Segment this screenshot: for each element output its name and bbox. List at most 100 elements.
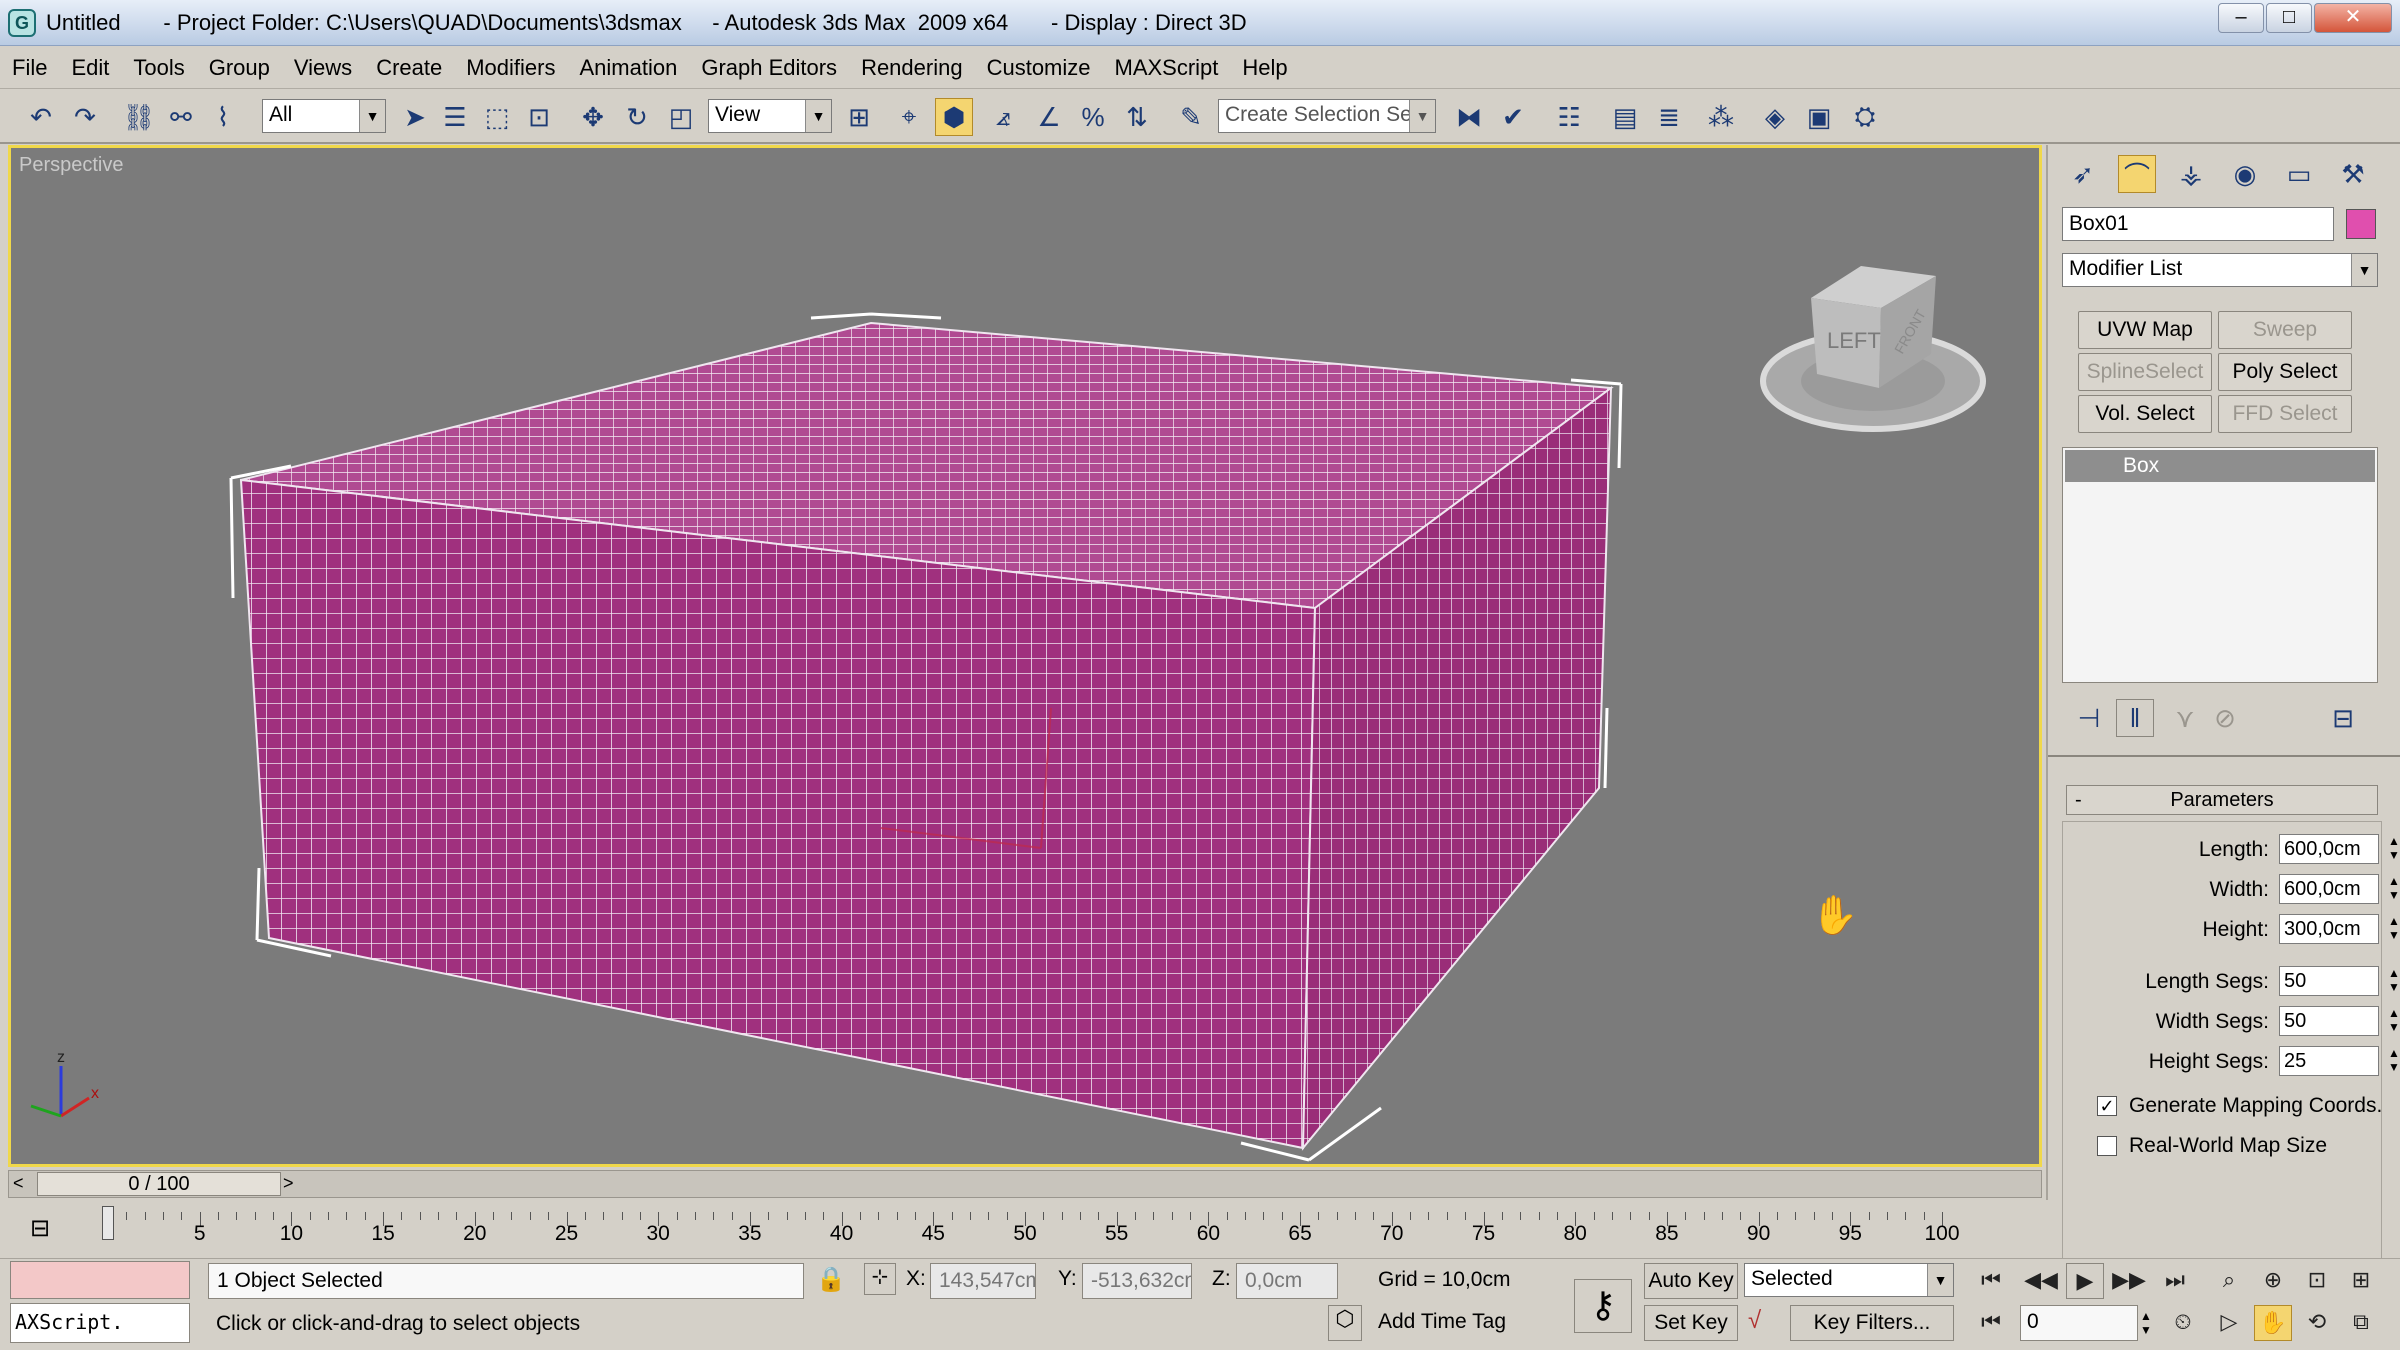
play-icon[interactable]: ▶ (2066, 1263, 2104, 1299)
zoom-extents-all-icon[interactable]: ⊞ (2342, 1263, 2380, 1299)
zoom-extents-icon[interactable]: ⊡ (2298, 1263, 2336, 1299)
hierarchy-tab-icon[interactable]: ⚶ (2172, 155, 2210, 193)
menu-tools[interactable]: Tools (121, 47, 196, 89)
length-segs-spinner[interactable]: ▲ ▼ (2385, 966, 2400, 996)
bind-space-warp-icon[interactable]: ⌇ (204, 98, 242, 136)
menu-group[interactable]: Group (197, 47, 282, 89)
viewcube-left-label[interactable]: LEFT (1827, 328, 1881, 353)
select-and-link-icon[interactable]: ⛓ (120, 98, 158, 136)
length-segs-field[interactable]: 50 (2279, 966, 2379, 996)
named-selection-dropdown[interactable]: Create Selection Set ▼ (1218, 99, 1436, 133)
key-mode-dropdown[interactable]: Selected ▼ (1744, 1263, 1954, 1297)
move-icon[interactable]: ✥ (574, 98, 612, 136)
select-object-icon[interactable]: ➤ (396, 98, 434, 136)
create-tab-icon[interactable]: ➶ (2064, 155, 2102, 193)
menu-file[interactable]: File (0, 47, 59, 89)
z-coord-field[interactable]: 0,0cm (1236, 1263, 1338, 1299)
width-segs-spinner[interactable]: ▲ ▼ (2385, 1006, 2400, 1036)
remove-modifier-icon[interactable]: ⊘ (2206, 699, 2244, 737)
material-editor-icon[interactable]: ⁂ (1702, 98, 1740, 136)
rectangular-selection-icon[interactable]: ⬚ (478, 98, 516, 136)
vol-select-button[interactable]: Vol. Select (2078, 395, 2212, 433)
rendered-frame-window-icon[interactable]: ▣ (1800, 98, 1838, 136)
menu-graph-editors[interactable]: Graph Editors (689, 47, 849, 89)
pan-view-icon[interactable]: ✋ (2254, 1305, 2292, 1341)
poly-select-button[interactable]: Poly Select (2218, 353, 2352, 391)
x-coord-field[interactable]: 143,547cm (930, 1263, 1036, 1299)
render-production-icon[interactable]: ⛭ (1846, 98, 1884, 136)
key-filters-button[interactable]: Key Filters... (1790, 1305, 1954, 1341)
menu-create[interactable]: Create (364, 47, 454, 89)
height-segs-spinner[interactable]: ▲ ▼ (2385, 1046, 2400, 1076)
go-to-end-icon[interactable]: ⏭ (2156, 1263, 2194, 1299)
app-icon[interactable]: G (8, 9, 36, 37)
splineselect-button[interactable]: SplineSelect (2078, 353, 2212, 391)
angle-snap-icon[interactable]: ∠ (1030, 98, 1068, 136)
keyboard-shortcut-toggle-icon[interactable]: ⬢ (935, 98, 973, 136)
length-field[interactable]: 600,0cm (2279, 834, 2379, 864)
pin-stack-icon[interactable]: ⊣ (2070, 699, 2108, 737)
height-spinner[interactable]: ▲ ▼ (2385, 914, 2400, 944)
checkbox-box[interactable]: ✓ (2097, 1096, 2117, 1116)
minimize-button[interactable]: – (2218, 3, 2264, 33)
sweep-button[interactable]: Sweep (2218, 311, 2352, 349)
current-frame-marker[interactable] (102, 1206, 114, 1240)
zoom-all-icon[interactable]: ⊕ (2254, 1263, 2292, 1299)
orbit-icon[interactable]: ⟲ (2298, 1305, 2336, 1341)
menu-rendering[interactable]: Rendering (849, 47, 975, 89)
menu-help[interactable]: Help (1230, 47, 1299, 89)
uvw-map-button[interactable]: UVW Map (2078, 311, 2212, 349)
menu-edit[interactable]: Edit (59, 47, 121, 89)
go-to-start-icon[interactable]: ⏮ (1972, 1263, 2010, 1299)
motion-tab-icon[interactable]: ◉ (2226, 155, 2264, 193)
height-segs-field[interactable]: 25 (2279, 1046, 2379, 1076)
auto-key-button[interactable]: Auto Key (1644, 1263, 1738, 1299)
time-slider-prev-icon[interactable]: < (13, 1173, 24, 1194)
menu-customize[interactable]: Customize (975, 47, 1103, 89)
key-tangents-icon[interactable]: √ (1748, 1307, 1761, 1335)
redo-icon[interactable]: ↷ (66, 98, 104, 136)
schematic-view-icon[interactable]: ≣ (1650, 98, 1688, 136)
height-field[interactable]: 300,0cm (2279, 914, 2379, 944)
absolute-mode-toggle-icon[interactable]: ⊹ (864, 1263, 896, 1295)
object-color-swatch[interactable] (2346, 209, 2376, 239)
modifier-list-dropdown[interactable]: Modifier List ▼ (2062, 253, 2378, 287)
width-segs-field[interactable]: 50 (2279, 1006, 2379, 1036)
time-slider-next-icon[interactable]: > (283, 1173, 294, 1194)
parameters-rollout-header[interactable]: - Parameters (2066, 785, 2378, 815)
maximize-viewport-icon[interactable]: ⧉ (2342, 1305, 2380, 1341)
maxscript-listener-pink[interactable] (10, 1261, 190, 1299)
maxscript-mini-listener[interactable]: AXScript. (10, 1303, 190, 1343)
rollout-collapse-toggle[interactable]: - (2075, 786, 2082, 814)
modify-tab-icon[interactable]: ⌒ (2118, 155, 2156, 193)
ffd-select-button[interactable]: FFD Select (2218, 395, 2352, 433)
width-spinner[interactable]: ▲ ▼ (2385, 874, 2400, 904)
set-key-icon[interactable]: ⚷ (1574, 1279, 1632, 1333)
layer-manager-icon[interactable]: ☷ (1550, 98, 1588, 136)
spinner-snap-icon[interactable]: ⇅ (1118, 98, 1156, 136)
checkbox-box[interactable] (2097, 1136, 2117, 1156)
render-setup-icon[interactable]: ◈ (1756, 98, 1794, 136)
stack-item-box[interactable]: Box (2065, 450, 2375, 482)
rotate-icon[interactable]: ↻ (618, 98, 656, 136)
frame-spinner[interactable]: ▲ ▼ (2140, 1309, 2152, 1337)
set-key-button[interactable]: Set Key (1644, 1305, 1738, 1341)
menu-views[interactable]: Views (282, 47, 364, 89)
window-crossing-icon[interactable]: ⊡ (520, 98, 558, 136)
display-tab-icon[interactable]: ▭ (2280, 155, 2318, 193)
configure-modifier-sets-icon[interactable]: ⊟ (2324, 699, 2362, 737)
length-spinner[interactable]: ▲ ▼ (2385, 834, 2400, 864)
menu-maxscript[interactable]: MAXScript (1103, 47, 1231, 89)
menu-modifiers[interactable]: Modifiers (454, 47, 567, 89)
current-frame-field[interactable]: 0 (2020, 1305, 2138, 1341)
undo-icon[interactable]: ↶ (22, 98, 60, 136)
perspective-viewport[interactable]: Perspective LEFT FRONT z x ✋ (8, 145, 2042, 1167)
pivot-center-icon[interactable]: ⊞ (840, 98, 878, 136)
field-of-view-icon[interactable]: ▷ (2210, 1305, 2248, 1341)
time-configuration-icon[interactable]: ⏲ (2164, 1305, 2202, 1341)
width-field[interactable]: 600,0cm (2279, 874, 2379, 904)
snaps-toggle-icon[interactable]: ⦨ (984, 98, 1022, 136)
reference-coord-dropdown[interactable]: View ▼ (708, 99, 832, 133)
generate-mapping-checkbox[interactable]: ✓ Generate Mapping Coords. (2097, 1092, 2397, 1124)
edit-named-selection-icon[interactable]: ✎ (1172, 98, 1210, 136)
